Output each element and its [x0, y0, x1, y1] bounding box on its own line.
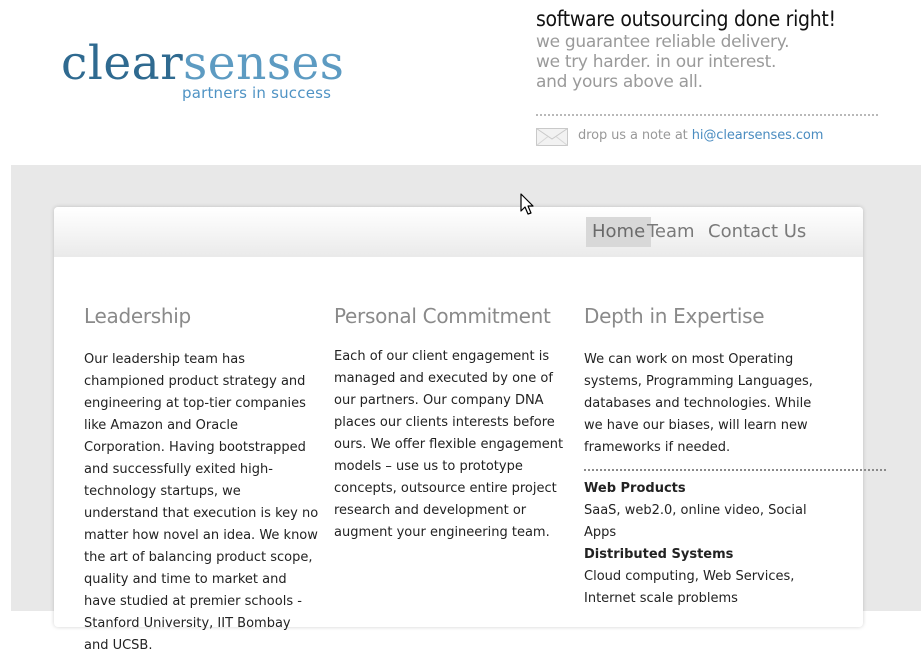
feature-body: Cloud computing, Web Services, Internet …: [584, 569, 795, 606]
clearsenses-logo[interactable]: clearsenses partners in success: [61, 38, 344, 103]
contact-note-text: drop us a note at hi@clearsenses.com: [578, 128, 823, 143]
header-line: and yours above all.: [536, 72, 703, 92]
nav-contact-us[interactable]: Contact Us: [708, 217, 806, 247]
mouse-cursor-icon: [520, 193, 534, 215]
nav-home[interactable]: Home: [586, 217, 652, 247]
header-title: software outsourcing done right!: [536, 7, 836, 31]
content-panel: Home Team Contact Us Leadership Our lead…: [54, 207, 886, 653]
envelope-icon: [536, 128, 568, 146]
logo-word-senses: senses: [183, 36, 345, 91]
leadership-column: Leadership Our leadership team has champ…: [84, 303, 319, 657]
column-body: We can work on most Operating systems, P…: [584, 352, 813, 455]
nav-team[interactable]: Team: [647, 217, 695, 247]
logo-wordmark: clearsenses: [61, 38, 344, 90]
feature-title: Distributed Systems: [584, 547, 734, 562]
section-divider: [584, 469, 886, 471]
commitment-column: Personal Commitment Each of our client e…: [334, 303, 569, 544]
header-line: we guarantee reliable delivery.: [536, 32, 790, 52]
header-line: we try harder. in our interest.: [536, 52, 777, 72]
header-tagline-block: software outsourcing done right! we guar…: [536, 6, 896, 92]
logo-word-clear: clear: [61, 36, 184, 91]
column-title: Depth in Expertise: [584, 304, 765, 328]
column-title: Leadership: [84, 304, 191, 328]
header-divider: [536, 114, 878, 116]
feature-title: Web Products: [584, 481, 686, 496]
column-title: Personal Commitment: [334, 304, 551, 328]
site-header: clearsenses partners in success software…: [0, 0, 921, 165]
logo-tagline: partners in success: [182, 84, 332, 102]
email-link[interactable]: hi@clearsenses.com: [692, 128, 824, 143]
feature-body: SaaS, web2.0, online video, Social Apps: [584, 503, 807, 540]
expertise-column: Depth in Expertise We can work on most O…: [584, 303, 886, 610]
column-body: Each of our client engagement is managed…: [334, 349, 564, 540]
main-nav: Home Team Contact Us: [54, 207, 863, 257]
contact-note-prefix: drop us a note at: [578, 128, 692, 143]
